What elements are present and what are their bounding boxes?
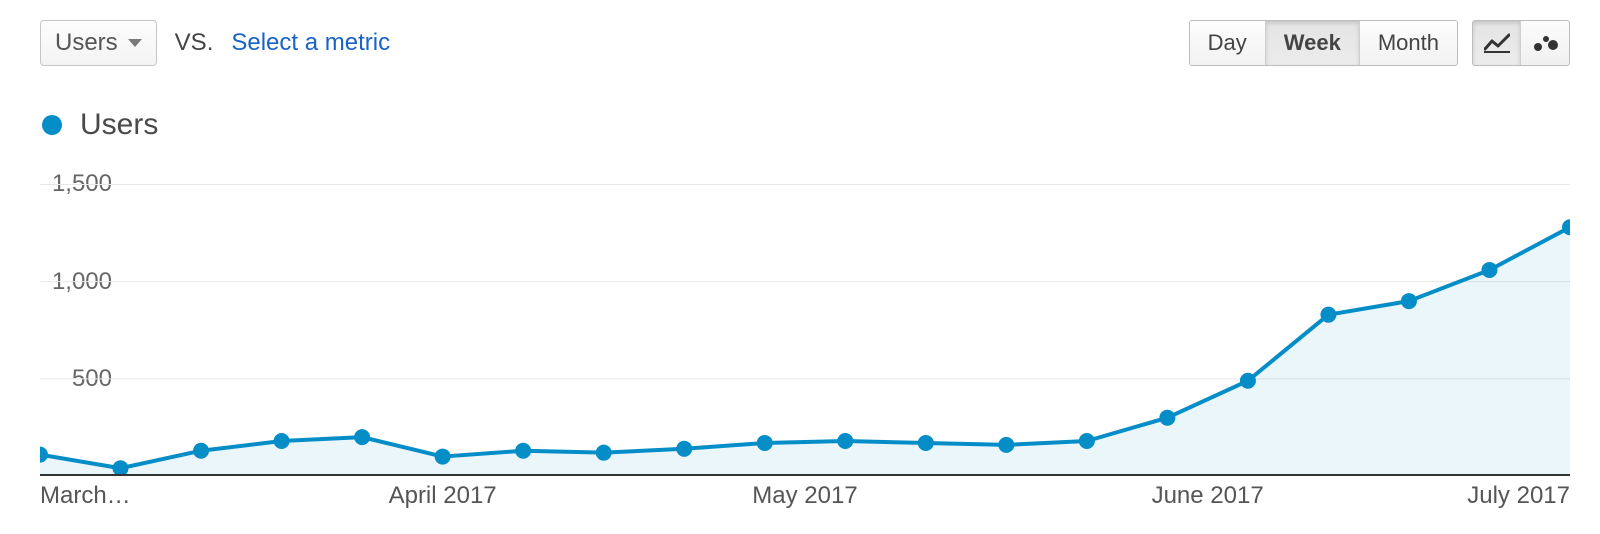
motion-chart-button[interactable] [1521,21,1569,65]
granularity-month-button[interactable]: Month [1360,21,1457,65]
x-tick-label: April 2017 [389,482,497,510]
chart-controls-right: Day Week Month [1189,20,1570,66]
chart-type-toggle [1472,20,1570,66]
line-chart-icon [1484,33,1510,53]
x-axis: March… April 2017 May 2017 June 2017 July 20… [40,476,1570,516]
line-chart-button[interactable] [1473,21,1521,65]
legend-series-dot [42,115,62,135]
chart-plot [40,165,1570,476]
x-tick-label: July 2017 [1467,482,1570,510]
chart-area: 1,5001,000500 March…April 2017May 2017Ju… [40,165,1570,516]
x-tick-label: March… [40,482,131,510]
granularity-week-button[interactable]: Week [1266,21,1360,65]
metric-selector-group: Users VS. Select a metric [40,20,390,66]
compare-metric-link[interactable]: Select a metric [231,29,390,57]
chevron-down-icon [128,39,142,47]
analytics-chart-panel: Users VS. Select a metric Day Week Month [0,0,1600,534]
chart-legend: Users [40,108,1570,142]
vs-label: VS. [175,29,214,57]
x-tick-label: June 2017 [1152,482,1264,510]
chart-toolbar: Users VS. Select a metric Day Week Month [40,18,1570,68]
primary-metric-label: Users [55,29,118,57]
x-tick-label: May 2017 [752,482,857,510]
motion-chart-icon [1532,33,1558,53]
granularity-segmented-control: Day Week Month [1189,20,1458,66]
primary-metric-dropdown[interactable]: Users [40,20,157,66]
legend-series-label: Users [80,108,158,142]
granularity-day-button[interactable]: Day [1190,21,1266,65]
